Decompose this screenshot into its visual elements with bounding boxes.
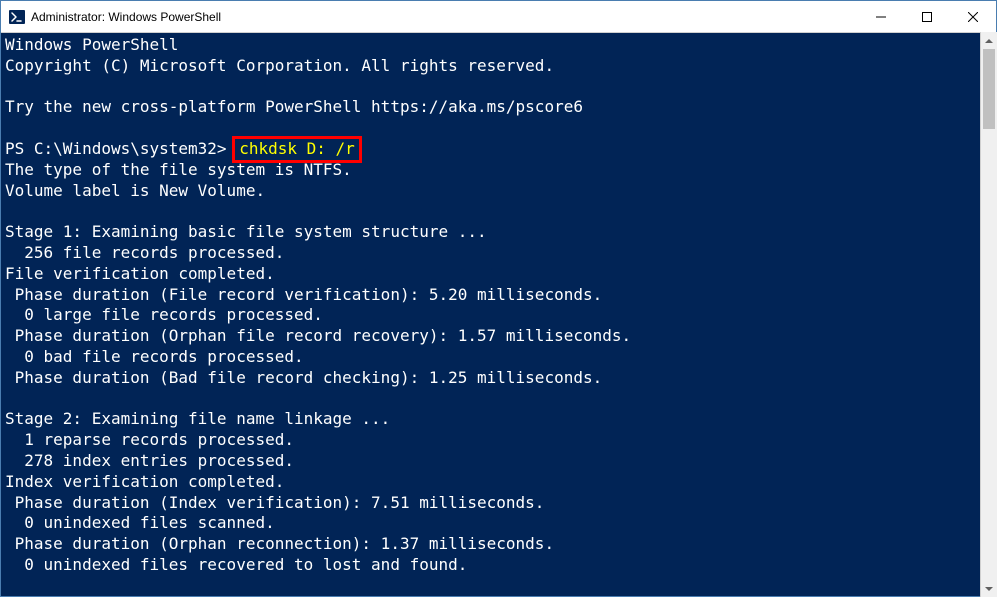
output-line: Try the new cross-platform PowerShell ht… <box>5 97 992 118</box>
window-title: Administrator: Windows PowerShell <box>31 10 858 24</box>
output-line: Volume label is New Volume. <box>5 181 992 202</box>
vertical-scrollbar[interactable] <box>980 32 997 597</box>
output-line: Phase duration (Index verification): 7.5… <box>5 493 992 514</box>
titlebar[interactable]: Administrator: Windows PowerShell <box>1 1 996 33</box>
output-line: 278 index entries processed. <box>5 451 992 472</box>
output-line: Phase duration (Orphan reconnection): 1.… <box>5 534 992 555</box>
output-line: 256 file records processed. <box>5 243 992 264</box>
output-line: 0 large file records processed. <box>5 305 992 326</box>
output-line <box>5 77 992 98</box>
terminal-output[interactable]: Windows PowerShellCopyright (C) Microsof… <box>1 33 996 596</box>
command-highlight: chkdsk D: /r <box>232 136 362 163</box>
output-line: Stage 2: Examining file name linkage ... <box>5 409 992 430</box>
command-text: chkdsk D: /r <box>239 139 355 158</box>
output-line <box>5 118 992 139</box>
close-button[interactable] <box>950 1 996 32</box>
output-line: Windows PowerShell <box>5 35 992 56</box>
window-controls <box>858 1 996 32</box>
output-line: Index verification completed. <box>5 472 992 493</box>
output-line: Copyright (C) Microsoft Corporation. All… <box>5 56 992 77</box>
output-line: 1 reparse records processed. <box>5 430 992 451</box>
scroll-up-arrow[interactable] <box>981 32 997 49</box>
output-line: Stage 1: Examining basic file system str… <box>5 222 992 243</box>
output-line: Phase duration (Orphan file record recov… <box>5 326 992 347</box>
prompt: PS C:\Windows\system32> <box>5 139 236 158</box>
powershell-icon <box>9 9 25 25</box>
scroll-down-arrow[interactable] <box>981 580 997 597</box>
scroll-thumb[interactable] <box>983 49 995 129</box>
prompt-line: PS C:\Windows\system32> chkdsk D: /r <box>5 139 992 160</box>
scroll-track[interactable] <box>981 49 997 580</box>
output-line: Phase duration (File record verification… <box>5 285 992 306</box>
powershell-window: Administrator: Windows PowerShell Window… <box>0 0 997 597</box>
output-line: File verification completed. <box>5 264 992 285</box>
output-line <box>5 201 992 222</box>
output-line: Phase duration (Bad file record checking… <box>5 368 992 389</box>
maximize-button[interactable] <box>904 1 950 32</box>
output-line: 0 unindexed files recovered to lost and … <box>5 555 992 576</box>
output-line: 0 unindexed files scanned. <box>5 513 992 534</box>
output-line: The type of the file system is NTFS. <box>5 160 992 181</box>
minimize-button[interactable] <box>858 1 904 32</box>
output-line: 0 bad file records processed. <box>5 347 992 368</box>
output-line <box>5 389 992 410</box>
